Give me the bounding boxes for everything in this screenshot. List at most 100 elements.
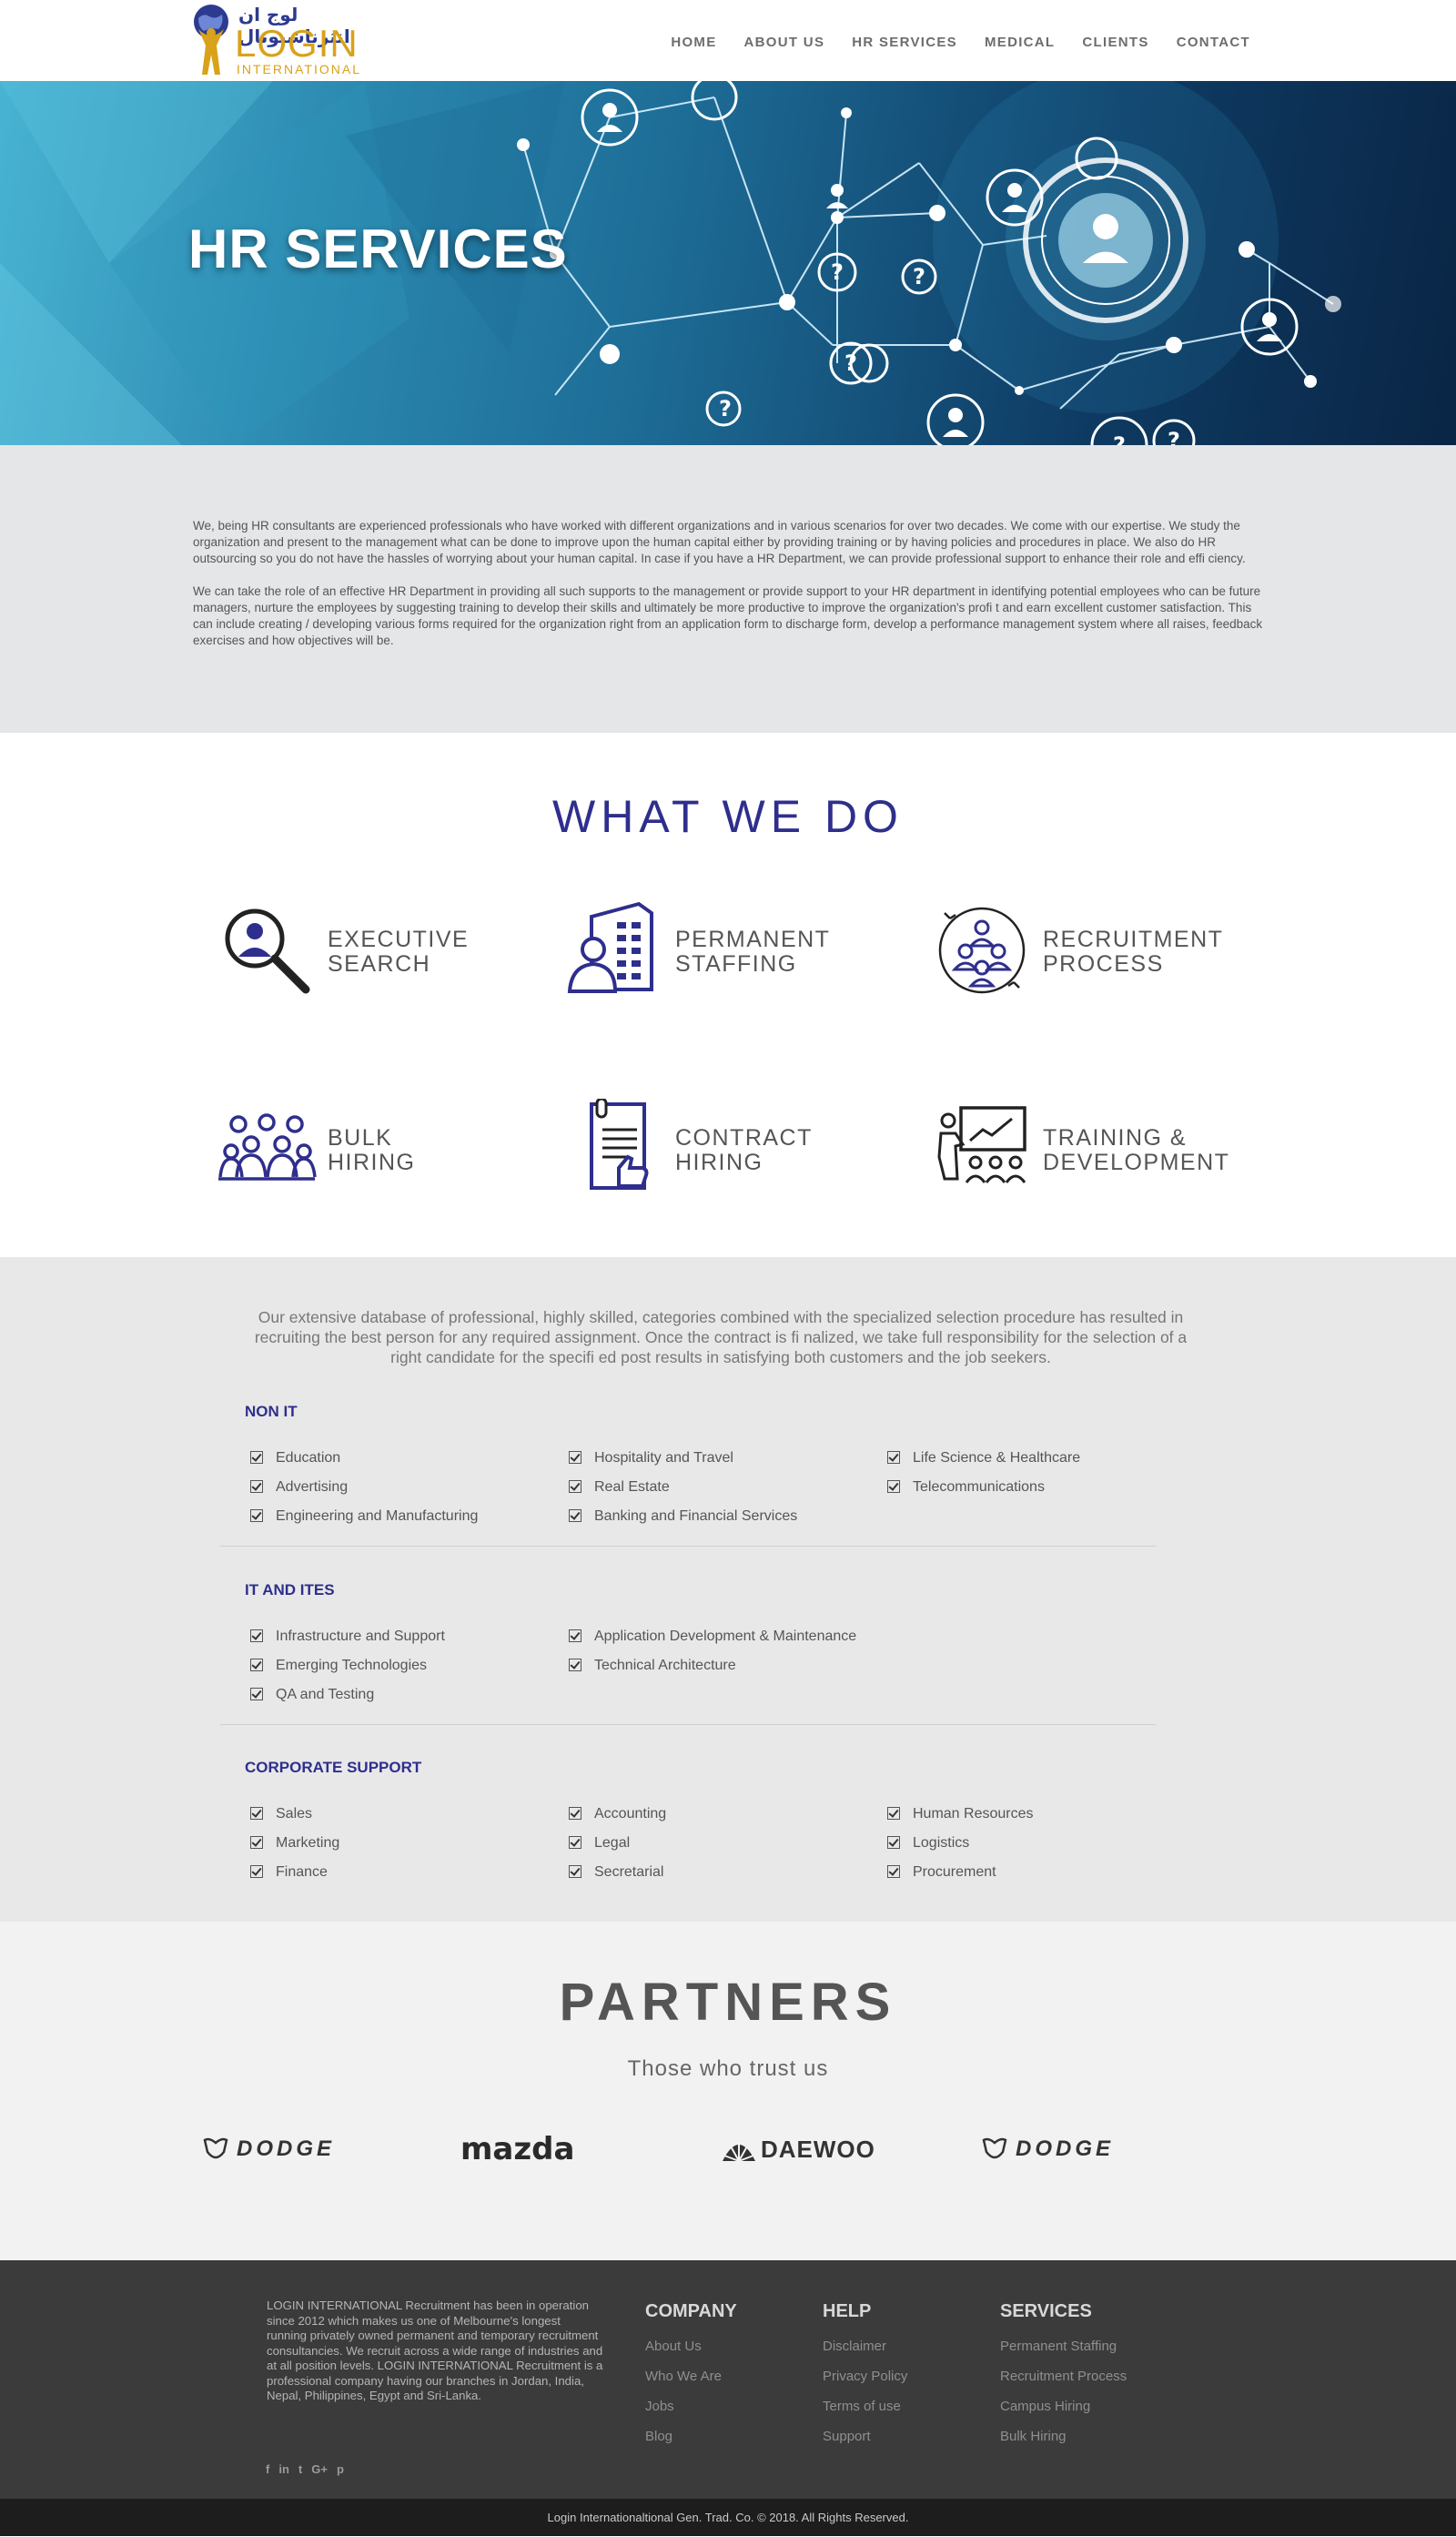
nav-contact[interactable]: CONTACT (1177, 35, 1250, 50)
twitter-icon[interactable]: t (298, 2462, 302, 2476)
facebook-icon[interactable]: f (266, 2462, 269, 2476)
footer-link[interactable]: Permanent Staffing (1000, 2339, 1127, 2354)
check-icon (250, 1865, 263, 1878)
partner-logo-dodge[interactable]: DODGE (981, 2131, 1114, 2167)
footer-col-title: COMPANY (645, 2301, 737, 2321)
footer-about: LOGIN INTERNATIONAL Recruitment has been… (267, 2299, 603, 2402)
page: لوج ان انترناشيونال LOGIN INTERNATIONAL … (0, 0, 1456, 2537)
svg-text:?: ? (831, 259, 844, 285)
partner-logo-daewoo[interactable]: DAEWOO (721, 2131, 875, 2167)
service-label-line1: TRAINING & (1043, 1125, 1188, 1151)
check-icon (569, 1836, 581, 1849)
check-icon (887, 1836, 900, 1849)
service-bulk-hiring[interactable]: BULK HIRING (217, 1099, 526, 1199)
category-item: Secretarial (569, 1864, 663, 1881)
page-title: HR SERVICES (188, 218, 568, 280)
check-icon (250, 1688, 263, 1700)
footer-link[interactable]: Bulk Hiring (1000, 2429, 1127, 2444)
service-label: CONTRACT HIRING (675, 1126, 813, 1175)
service-label: BULK HIRING (328, 1126, 416, 1175)
categories-lead: Our extensive database of professional, … (254, 1308, 1188, 1366)
check-icon (250, 1480, 263, 1493)
magnifier-person-icon (225, 908, 310, 994)
check-icon (887, 1865, 900, 1878)
check-icon (250, 1451, 263, 1464)
partner-logo-dodge[interactable]: DODGE (202, 2131, 335, 2167)
footer-link[interactable]: Blog (645, 2429, 737, 2444)
footer-col-company: COMPANY About Us Who We Are Jobs Blog (645, 2301, 737, 2459)
category-item: QA and Testing (250, 1687, 374, 1703)
nav-medical[interactable]: MEDICAL (985, 35, 1055, 50)
presentation-icon (937, 1106, 1026, 1183)
categories-section: Our extensive database of professional, … (0, 1257, 1456, 1922)
nav-hr-services[interactable]: HR SERVICES (852, 35, 957, 50)
service-label-line1: EXECUTIVE (328, 927, 470, 952)
service-label: EXECUTIVE SEARCH (328, 928, 469, 977)
intro-section: We, being HR consultants are experienced… (0, 445, 1456, 733)
category-item: Accounting (569, 1806, 666, 1822)
site-footer: LOGIN INTERNATIONAL Recruitment has been… (0, 2260, 1456, 2499)
category-item: Technical Architecture (569, 1658, 736, 1674)
nav-home[interactable]: HOME (671, 35, 716, 50)
footer-col-title: SERVICES (1000, 2301, 1092, 2321)
hero-banner: ? ? ? ? ? ? HR SERVICES (0, 81, 1456, 445)
service-label-line2: STAFFING (675, 951, 797, 977)
footer-link[interactable]: Campus Hiring (1000, 2399, 1127, 2414)
site-logo[interactable]: لوج ان انترناشيونال LOGIN INTERNATIONAL (191, 2, 373, 78)
svg-text:?: ? (844, 350, 857, 376)
social-links: f in t G+ p (266, 2462, 344, 2476)
service-recruitment-process[interactable]: RECRUITMENT PROCESS (932, 900, 1241, 1000)
partner-logo-mazda[interactable]: mazda (460, 2131, 574, 2167)
partners-section: PARTNERS Those who trust us DODGE mazda … (0, 1922, 1456, 2260)
service-label-line2: HIRING (675, 1150, 763, 1175)
check-icon (887, 1451, 900, 1464)
shell-icon (723, 2139, 755, 2162)
service-executive-search[interactable]: EXECUTIVE SEARCH (217, 900, 526, 1000)
footer-link[interactable]: Support (823, 2429, 907, 2444)
check-icon (250, 1659, 263, 1671)
logo-subtitle: INTERNATIONAL (237, 62, 361, 76)
service-label-line1: BULK (328, 1125, 393, 1151)
pinterest-icon[interactable]: p (337, 2462, 344, 2476)
footer-link[interactable]: Privacy Policy (823, 2369, 907, 2384)
partners-title: PARTNERS (559, 1973, 897, 2032)
footer-link[interactable]: Who We Are (645, 2369, 737, 2384)
category-item: Finance (250, 1864, 328, 1881)
copyright-bar: Login Internationaltional Gen. Trad. Co.… (0, 2499, 1456, 2536)
nav-clients[interactable]: CLIENTS (1082, 35, 1148, 50)
nav-about-us[interactable]: ABOUT US (744, 35, 825, 50)
footer-link[interactable]: Recruitment Process (1000, 2369, 1127, 2384)
check-icon (887, 1480, 900, 1493)
footer-link[interactable]: Terms of use (823, 2399, 907, 2414)
team-cycle-icon (938, 907, 1026, 994)
footer-link[interactable]: Disclaimer (823, 2339, 907, 2354)
svg-text:?: ? (1168, 428, 1180, 445)
category-item: Telecommunications (887, 1479, 1045, 1496)
check-icon (569, 1480, 581, 1493)
divider (220, 1546, 1156, 1547)
logo-wordmark: LOGIN (235, 22, 359, 65)
category-item: Banking and Financial Services (569, 1508, 797, 1525)
service-training-development[interactable]: TRAINING & DEVELOPMENT (932, 1099, 1241, 1199)
footer-col-help: HELP Disclaimer Privacy Policy Terms of … (823, 2301, 907, 2459)
service-contract-hiring[interactable]: CONTRACT HIRING (564, 1099, 874, 1199)
footer-link[interactable]: Jobs (645, 2399, 737, 2414)
svg-text:?: ? (1113, 432, 1126, 445)
partner-logo-text: DODGE (1016, 2136, 1115, 2161)
category-item: Logistics (887, 1835, 969, 1852)
divider (220, 1724, 1156, 1725)
category-item: Emerging Technologies (250, 1658, 427, 1674)
check-icon (569, 1807, 581, 1820)
service-label-line2: SEARCH (328, 951, 431, 977)
category-item: Sales (250, 1806, 312, 1822)
partner-logo-text: DAEWOO (761, 2135, 875, 2163)
category-item: Education (250, 1450, 340, 1466)
category-item: Human Resources (887, 1806, 1034, 1822)
linkedin-icon[interactable]: in (278, 2462, 289, 2476)
ram-head-icon (203, 2137, 228, 2159)
check-icon (250, 1629, 263, 1642)
service-label: RECRUITMENT PROCESS (1043, 928, 1223, 977)
footer-link[interactable]: About Us (645, 2339, 737, 2354)
google-plus-icon[interactable]: G+ (311, 2462, 328, 2476)
service-permanent-staffing[interactable]: PERMANENT STAFFING (564, 900, 874, 1000)
